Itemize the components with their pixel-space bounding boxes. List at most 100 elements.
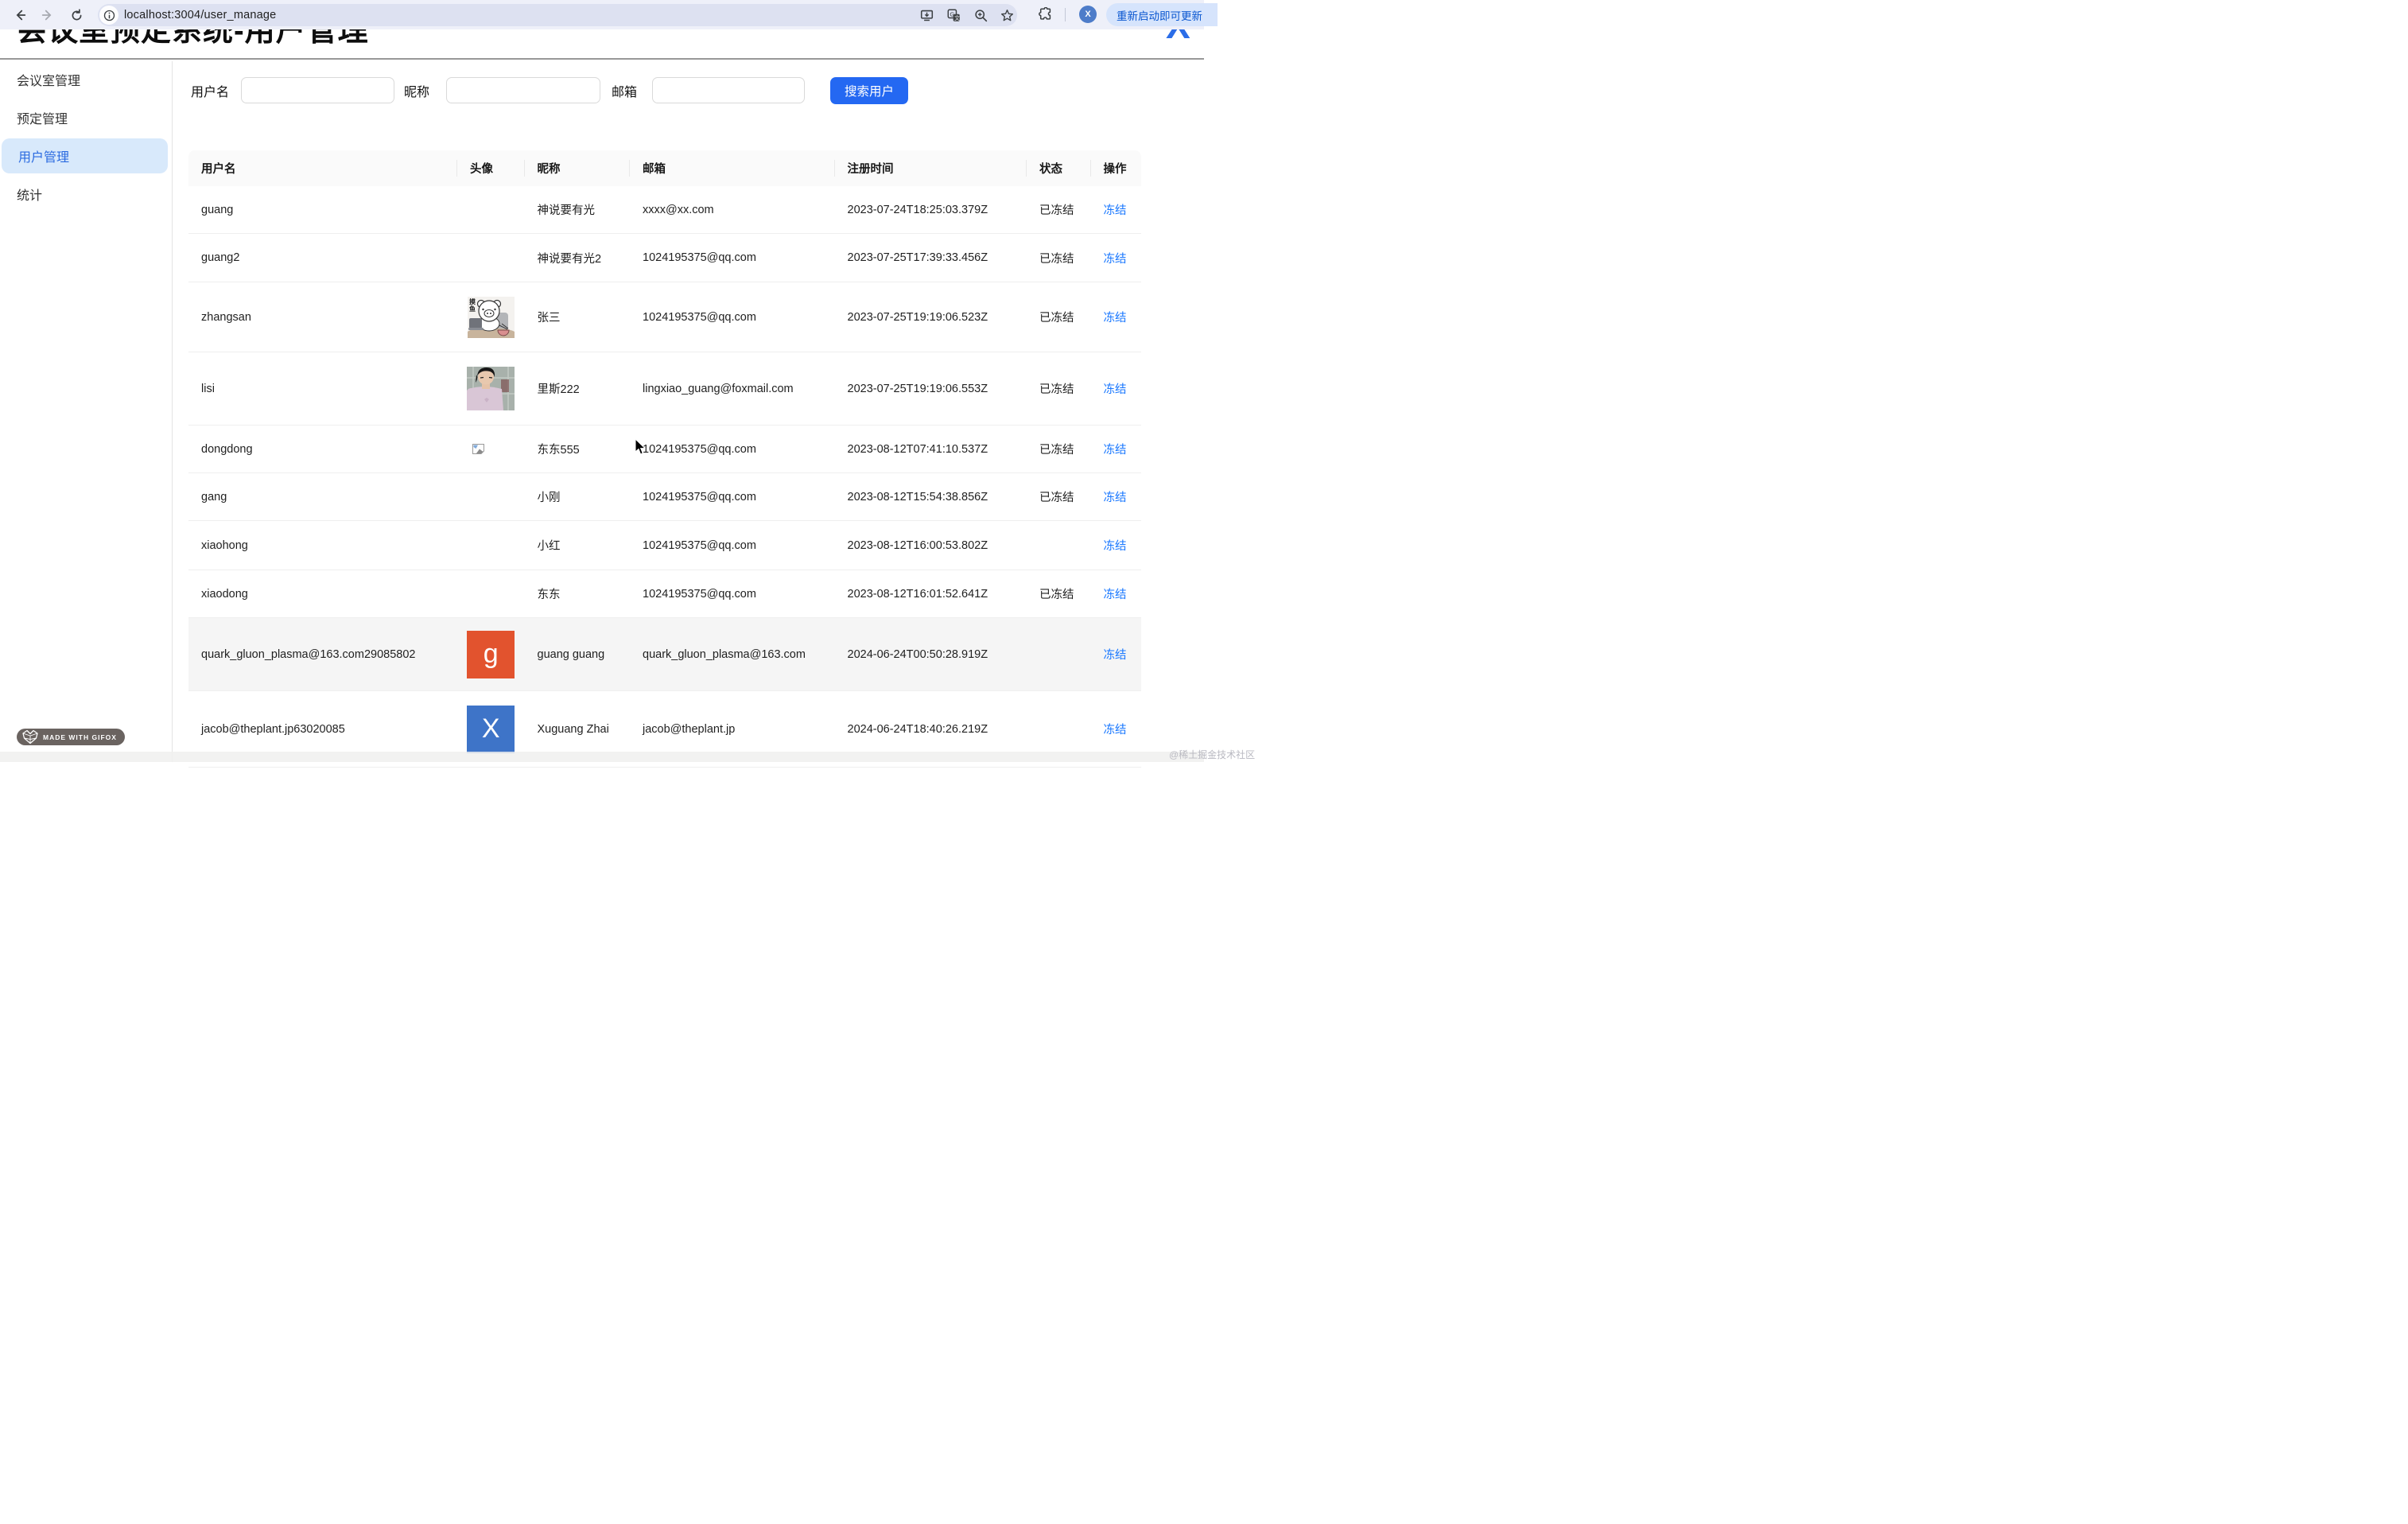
cell-email: 1024195375@qq.com [630,491,835,503]
letter-avatar: X [467,706,515,753]
freeze-link[interactable]: 冻结 [1104,589,1127,601]
cell-avatar: g [457,631,525,678]
cell-nickname: 神说要有光 [525,201,631,218]
freeze-link[interactable]: 冻结 [1104,492,1127,504]
freeze-link[interactable]: 冻结 [1104,724,1127,737]
cell-username: xiaodong [188,588,457,601]
sidebar-item-3[interactable]: 统计 [0,177,173,212]
cell-nickname: guang guang [525,648,631,661]
cell-username: zhangsan [188,311,457,324]
cell-nickname: 里斯222 [525,380,631,397]
cell-status: 已冻结 [1027,380,1091,397]
letter-avatar: g [467,631,515,678]
search-users-button[interactable]: 搜索用户 [830,77,908,104]
cell-avatar: X [457,706,525,753]
cell-register-time: 2023-08-12T16:01:52.641Z [835,588,1027,601]
bookmark-star-icon[interactable] [999,7,1015,23]
site-info-icon[interactable] [99,6,118,25]
table-body: guang 神说要有光xxxx@xx.com2023-07-24T18:25:03… [188,186,1141,768]
cell-email: 1024195375@qq.com [630,311,835,324]
freeze-link[interactable]: 冻结 [1104,444,1127,457]
cell-status: 已冻结 [1027,309,1091,325]
search-input-0[interactable] [241,77,394,103]
freeze-link[interactable]: 冻结 [1104,540,1127,553]
browser-profile-avatar[interactable]: X [1079,6,1097,23]
cell-status: 已冻结 [1027,250,1091,266]
cell-action: 冻结 [1091,721,1142,737]
cell-register-time: 2023-08-12T15:54:38.856Z [835,491,1027,503]
cell-avatar: 摸鱼 [457,297,525,338]
svg-text:文: 文 [954,14,960,21]
sidebar-item-0[interactable]: 会议室管理 [0,62,173,97]
cell-username: guang [188,204,457,216]
cell-avatar [457,367,525,410]
search-input-1[interactable] [446,77,600,103]
table-header-row: 用户名头像昵称邮箱注册时间状态操作 [188,150,1141,186]
page-header: 会议室预定系统-用户管理 X [0,29,1204,60]
cell-register-time: 2024-06-24T00:50:28.919Z [835,648,1027,661]
column-header-4: 注册时间 [835,150,1027,186]
install-icon[interactable] [919,7,934,23]
forward-icon[interactable] [38,6,57,25]
sidebar-item-2[interactable]: 用户管理 [2,138,168,173]
search-field-label-1: 昵称 [404,81,429,100]
relaunch-update-chip[interactable]: 重新启动即可更新 [1106,3,1218,26]
column-header-6: 操作 [1091,150,1142,186]
address-bar[interactable]: localhost:3004/user_manage G文 [98,4,1017,26]
gifox-fox-icon [21,729,39,745]
cell-nickname: 小红 [525,537,631,554]
table-row-6: xiaohong小红1024195375@qq.com2023-08-12T16… [188,521,1141,570]
cell-email: 1024195375@qq.com [630,251,835,264]
browser-toolbar: localhost:3004/user_manage G文 X 重新启动即可更新 [0,0,1204,29]
sidebar-item-1[interactable]: 预定管理 [0,100,173,135]
column-header-5: 状态 [1027,150,1091,186]
pig-cartoon-avatar-image: 摸鱼 [468,297,515,338]
freeze-link[interactable]: 冻结 [1104,312,1127,325]
url-text[interactable]: localhost:3004/user_manage [124,9,276,21]
cell-register-time: 2023-07-25T19:19:06.523Z [835,311,1027,324]
extensions-puzzle-icon[interactable] [1038,6,1054,22]
table-row-4: dongdong东东5551024195375@qq.com2023-08-12… [188,426,1141,473]
cell-action: 冻结 [1091,309,1142,325]
search-field-label-0: 用户名 [191,81,229,100]
cell-email: 1024195375@qq.com [630,588,835,601]
freeze-link[interactable]: 冻结 [1104,383,1127,396]
cell-action: 冻结 [1091,585,1142,602]
search-field-label-2: 邮箱 [612,81,637,100]
table-row-7: xiaodong 东东1024195375@qq.com2023-08-12T16… [188,570,1141,618]
column-header-0: 用户名 [188,150,457,186]
cell-email: 1024195375@qq.com [630,539,835,552]
table-row-8: quark_gluon_plasma@163.com29085802gguang… [188,618,1141,691]
cell-action: 冻结 [1091,488,1142,505]
gifox-badge-label: MADE WITH GIFOX [43,733,117,741]
freeze-link[interactable]: 冻结 [1104,253,1127,266]
cell-email: xxxx@xx.com [630,204,835,216]
cell-username: guang2 [188,251,457,264]
freeze-link[interactable]: 冻结 [1104,204,1127,217]
freeze-link[interactable]: 冻结 [1104,649,1127,662]
cell-nickname: 小刚 [525,488,631,505]
table-row-1: guang2神说要有光21024195375@qq.com2023-07-25T… [188,234,1141,282]
cell-email: lingxiao_guang@foxmail.com [630,383,835,395]
cell-username: gang [188,491,457,503]
translate-icon[interactable]: G文 [946,7,961,23]
svg-text:鱼: 鱼 [469,305,476,313]
cell-status: 已冻结 [1027,441,1091,457]
cell-register-time: 2023-08-12T16:00:53.802Z [835,539,1027,552]
cell-nickname: 东东 [525,585,631,602]
mouse-cursor [635,438,647,460]
back-icon[interactable] [10,6,29,25]
zoom-icon[interactable] [973,7,988,23]
svg-text:摸: 摸 [469,297,476,305]
cell-status: 已冻结 [1027,585,1091,602]
cell-register-time: 2023-07-24T18:25:03.379Z [835,204,1027,216]
cell-username: dongdong [188,443,457,456]
user-table: 用户名头像昵称邮箱注册时间状态操作 guang神说要有光xxxx@xx.com2… [188,150,1141,768]
search-input-2[interactable] [652,77,805,103]
cell-action: 冻结 [1091,537,1142,554]
toolbar-separator [1065,8,1066,21]
cell-register-time: 2023-07-25T19:19:06.553Z [835,383,1027,395]
reload-icon[interactable] [67,6,86,25]
table-row-5: gang 小刚1024195375@qq.com2023-08-12T15:54:… [188,473,1141,521]
cell-nickname: 神说要有光2 [525,250,631,266]
